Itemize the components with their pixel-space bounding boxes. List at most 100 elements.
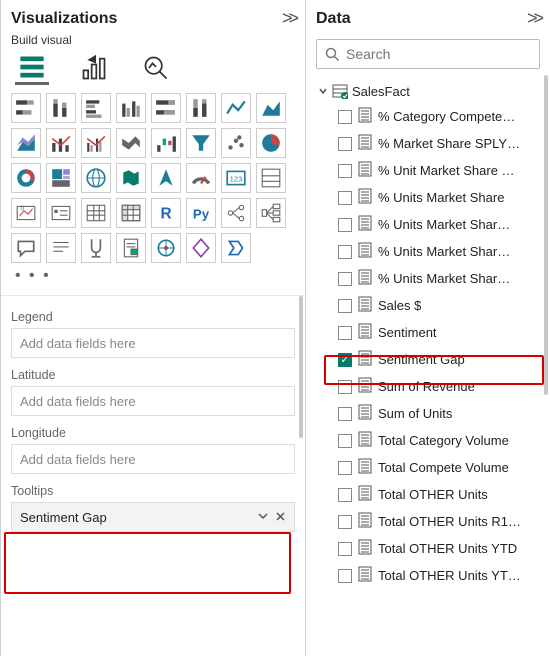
legend-well[interactable]: Add data fields here [11,328,295,358]
field-checkbox[interactable] [338,488,352,502]
field-row[interactable]: % Market Share SPLY… [312,130,550,157]
search-box[interactable] [316,39,540,69]
field-checkbox[interactable] [338,137,352,151]
line-stacked-column-icon[interactable] [46,128,76,158]
automate-icon[interactable] [221,233,251,263]
field-name: % Category Compete… [378,109,515,124]
field-checkbox[interactable] [338,245,352,259]
field-row[interactable]: % Category Compete… [312,103,550,130]
kpi-icon[interactable]: Δ [11,198,41,228]
data-scrollbar[interactable] [544,75,548,656]
treemap-icon[interactable] [46,163,76,193]
chevron-down-icon[interactable] [257,510,269,525]
svg-text:123: 123 [230,174,243,183]
analytics-tab[interactable] [139,51,173,85]
clustered-bar-icon[interactable] [81,93,111,123]
stacked-area-icon[interactable] [11,128,41,158]
donut-icon[interactable] [11,163,41,193]
field-row[interactable]: % Units Market Shar… [312,211,550,238]
svg-text:Δ: Δ [21,206,25,212]
waterfall-icon[interactable] [151,128,181,158]
field-row[interactable]: Total Compete Volume [312,454,550,481]
field-checkbox[interactable] [338,272,352,286]
decomposition-tree-icon[interactable] [256,198,286,228]
field-row[interactable]: Sales $ [312,292,550,319]
field-checkbox[interactable] [338,407,352,421]
map-icon[interactable] [81,163,111,193]
goals-icon[interactable] [81,233,111,263]
area-chart-icon[interactable] [256,93,286,123]
python-visual-icon[interactable]: Py [186,198,216,228]
viz-header: Visualizations >> [1,0,305,33]
clustered-column-icon[interactable] [116,93,146,123]
key-influencers-icon[interactable] [221,198,251,228]
line-clustered-column-icon[interactable] [81,128,111,158]
azure-map-icon[interactable] [151,163,181,193]
field-checkbox[interactable] [338,542,352,556]
field-row[interactable]: Sum of Units [312,400,550,427]
field-checkbox[interactable] [338,515,352,529]
field-row[interactable]: % Units Market Shar… [312,265,550,292]
field-row[interactable]: Total OTHER Units [312,481,550,508]
stacked-column-icon[interactable] [46,93,76,123]
field-row[interactable]: Total Category Volume [312,427,550,454]
more-visuals-icon[interactable]: • • • [1,265,305,295]
latitude-well[interactable]: Add data fields here [11,386,295,416]
field-row[interactable]: ✓Sentiment Gap [312,346,550,373]
field-name: Total OTHER Units YTD [378,541,517,556]
field-row[interactable]: Sentiment [312,319,550,346]
tooltips-well[interactable]: Sentiment Gap [11,502,295,532]
search-input[interactable] [346,46,531,62]
longitude-well[interactable]: Add data fields here [11,444,295,474]
hundred-column-icon[interactable] [186,93,216,123]
remove-field-icon[interactable] [275,510,286,525]
ribbon-chart-icon[interactable] [116,128,146,158]
arcgis-icon[interactable] [151,233,181,263]
powerapps-icon[interactable] [186,233,216,263]
collapse-viz-icon[interactable]: >> [282,8,295,29]
r-visual-icon[interactable]: R [151,198,181,228]
table-node[interactable]: SalesFact [312,79,550,103]
hundred-bar-icon[interactable] [151,93,181,123]
line-chart-icon[interactable] [221,93,251,123]
filled-map-icon[interactable] [116,163,146,193]
data-title: Data [316,10,351,28]
field-checkbox[interactable] [338,326,352,340]
field-checkbox[interactable] [338,299,352,313]
pie-icon[interactable] [256,128,286,158]
multi-row-card-icon[interactable] [256,163,286,193]
gauge-icon[interactable] [186,163,216,193]
qa-icon[interactable] [11,233,41,263]
field-row[interactable]: % Unit Market Share … [312,157,550,184]
narrative-icon[interactable] [46,233,76,263]
paginated-report-icon[interactable] [116,233,146,263]
build-tab[interactable] [15,51,49,85]
funnel-icon[interactable] [186,128,216,158]
field-checkbox[interactable] [338,461,352,475]
format-tab[interactable] [77,51,111,85]
field-row[interactable]: Total OTHER Units R1… [312,508,550,535]
scatter-icon[interactable] [221,128,251,158]
field-row[interactable]: Total OTHER Units YTD [312,535,550,562]
field-row[interactable]: % Units Market Shar… [312,238,550,265]
field-checkbox[interactable]: ✓ [338,353,352,367]
field-checkbox[interactable] [338,164,352,178]
matrix-icon[interactable] [116,198,146,228]
field-checkbox[interactable] [338,569,352,583]
field-checkbox[interactable] [338,191,352,205]
search-icon [325,47,340,62]
viz-scrollbar[interactable] [299,296,303,532]
field-row[interactable]: Total OTHER Units YT… [312,562,550,589]
field-checkbox[interactable] [338,218,352,232]
table-icon[interactable] [81,198,111,228]
field-row[interactable]: Sum of Revenue [312,373,550,400]
stacked-bar-icon[interactable] [11,93,41,123]
field-checkbox[interactable] [338,110,352,124]
field-row[interactable]: % Units Market Share [312,184,550,211]
card-icon[interactable]: 123 [221,163,251,193]
field-checkbox[interactable] [338,434,352,448]
collapse-data-icon[interactable]: >> [527,8,540,29]
slicer-icon[interactable] [46,198,76,228]
field-checkbox[interactable] [338,380,352,394]
longitude-label: Longitude [11,426,295,440]
